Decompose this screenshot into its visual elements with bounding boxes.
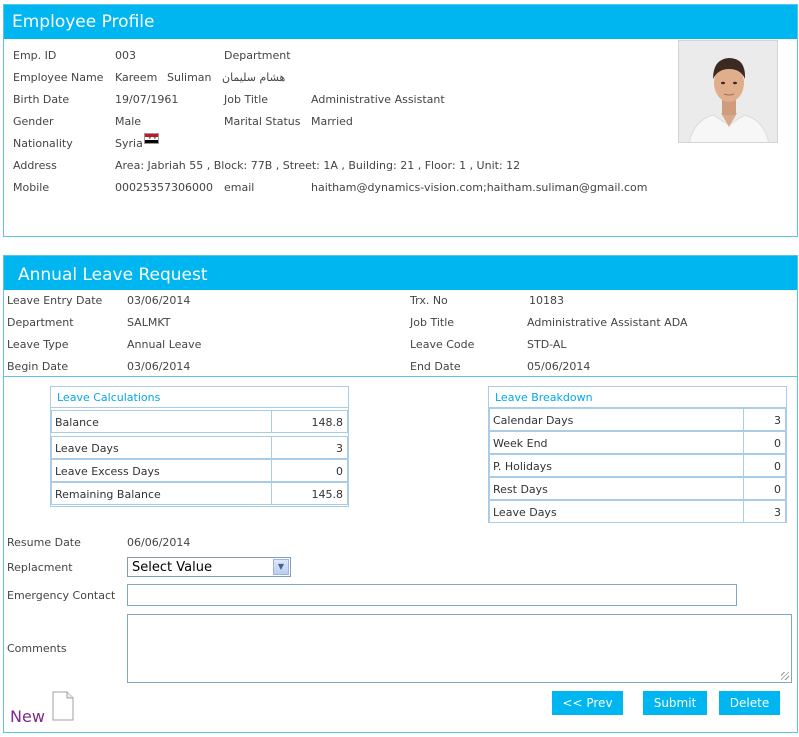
new-document-icon[interactable]: [52, 691, 74, 721]
delete-button[interactable]: Delete: [719, 691, 780, 715]
trx-no-value: 10183: [529, 294, 564, 307]
leave-entry-date-value: 03/06/2014: [127, 294, 191, 307]
calc-row-label: Leave Excess Days: [51, 459, 272, 482]
calc-row-value: 3: [271, 436, 348, 459]
breakdown-row-value: 3: [743, 500, 786, 523]
breakdown-row-label: P. Holidays: [489, 454, 744, 477]
calc-row-label: Leave Days: [51, 436, 272, 459]
breakdown-row-label: Calendar Days: [489, 408, 744, 431]
emp-id-value: 003: [115, 49, 136, 62]
leave-job-title-value: Administrative Assistant ADA: [527, 316, 688, 329]
calc-row-value: 145.8: [271, 482, 348, 505]
prev-button[interactable]: << Prev: [552, 691, 623, 715]
leave-type-value: Annual Leave: [127, 338, 202, 351]
employee-last-name: Suliman: [167, 71, 212, 84]
job-title-value: Administrative Assistant: [311, 93, 445, 106]
employee-profile-title: Employee Profile: [12, 12, 155, 32]
email-value: haitham@dynamics-vision.com;haitham.suli…: [311, 181, 648, 194]
resize-handle-icon[interactable]: [781, 672, 789, 680]
birth-date-value: 19/07/1961: [115, 93, 179, 106]
mobile-label: Mobile: [13, 181, 50, 194]
resume-date-label: Resume Date: [7, 536, 81, 549]
leave-breakdown-header: Leave Breakdown: [489, 387, 786, 408]
employee-name-label: Employee Name: [13, 71, 104, 84]
trx-no-label: Trx. No: [410, 294, 448, 307]
leave-department-value: SALMKT: [127, 316, 171, 329]
leave-job-title-label: Job Title: [410, 316, 455, 329]
leave-code-value: STD-AL: [527, 338, 567, 351]
resume-date-value: 06/06/2014: [127, 536, 191, 549]
email-label: email: [224, 181, 255, 194]
end-date-label: End Date: [410, 360, 461, 373]
annual-leave-title: Annual Leave Request: [18, 265, 208, 285]
emp-id-label: Emp. ID: [13, 49, 57, 62]
chevron-down-icon[interactable]: ▼: [273, 559, 289, 575]
leave-calculations-header: Leave Calculations: [51, 387, 348, 408]
mobile-value: 00025357306000: [115, 181, 213, 194]
marital-status-label: Marital Status: [224, 115, 301, 128]
calc-row-value: 148.8: [271, 410, 348, 433]
nationality-label: Nationality: [13, 137, 73, 150]
address-value: Area: Jabriah 55 , Block: 77B , Street: …: [115, 159, 521, 172]
leave-calculations-title: Leave Calculations: [57, 391, 161, 404]
leave-breakdown-title: Leave Breakdown: [495, 391, 593, 404]
nationality-value: Syria: [115, 137, 143, 150]
breakdown-row-value: 3: [743, 408, 786, 431]
department-label: Department: [224, 49, 291, 62]
end-date-value: 05/06/2014: [527, 360, 591, 373]
calc-row-label: Balance: [51, 410, 272, 433]
employee-first-name: Kareem: [115, 71, 158, 84]
marital-status-value: Married: [311, 115, 353, 128]
employee-photo: [678, 40, 778, 143]
replacement-label: Replacment: [7, 561, 73, 574]
birth-date-label: Birth Date: [13, 93, 70, 106]
breakdown-row-label: Leave Days: [489, 500, 744, 523]
leave-code-label: Leave Code: [410, 338, 475, 351]
emergency-contact-label: Emergency Contact: [7, 589, 116, 602]
begin-date-value: 03/06/2014: [127, 360, 191, 373]
syria-flag-icon: ★ ★: [144, 133, 159, 144]
begin-date-label: Begin Date: [7, 360, 69, 373]
breakdown-row-label: Week End: [489, 431, 744, 454]
breakdown-row-value: 0: [743, 454, 786, 477]
comments-label: Comments: [7, 642, 67, 655]
header-divider: [3, 376, 798, 377]
breakdown-row-value: 0: [743, 477, 786, 500]
gender-label: Gender: [13, 115, 54, 128]
address-label: Address: [13, 159, 57, 172]
employee-arabic-name: هشام سليمان: [222, 71, 286, 84]
employee-profile-header: Employee Profile: [4, 5, 797, 39]
comments-textarea[interactable]: [127, 614, 792, 683]
job-title-label: Job Title: [224, 93, 269, 106]
leave-type-label: Leave Type: [7, 338, 69, 351]
calc-row-value: 0: [271, 459, 348, 482]
replacement-selected-value: Select Value: [132, 560, 212, 575]
leave-entry-date-label: Leave Entry Date: [7, 294, 103, 307]
new-link[interactable]: New: [10, 707, 45, 726]
breakdown-row-value: 0: [743, 431, 786, 454]
emergency-contact-input[interactable]: [127, 584, 737, 606]
submit-button[interactable]: Submit: [643, 691, 707, 715]
replacement-select[interactable]: Select Value ▼: [127, 557, 291, 577]
calc-row-label: Remaining Balance: [51, 482, 272, 505]
breakdown-row-label: Rest Days: [489, 477, 744, 500]
gender-value: Male: [115, 115, 142, 128]
annual-leave-header: Annual Leave Request: [4, 256, 797, 290]
leave-department-label: Department: [7, 316, 74, 329]
